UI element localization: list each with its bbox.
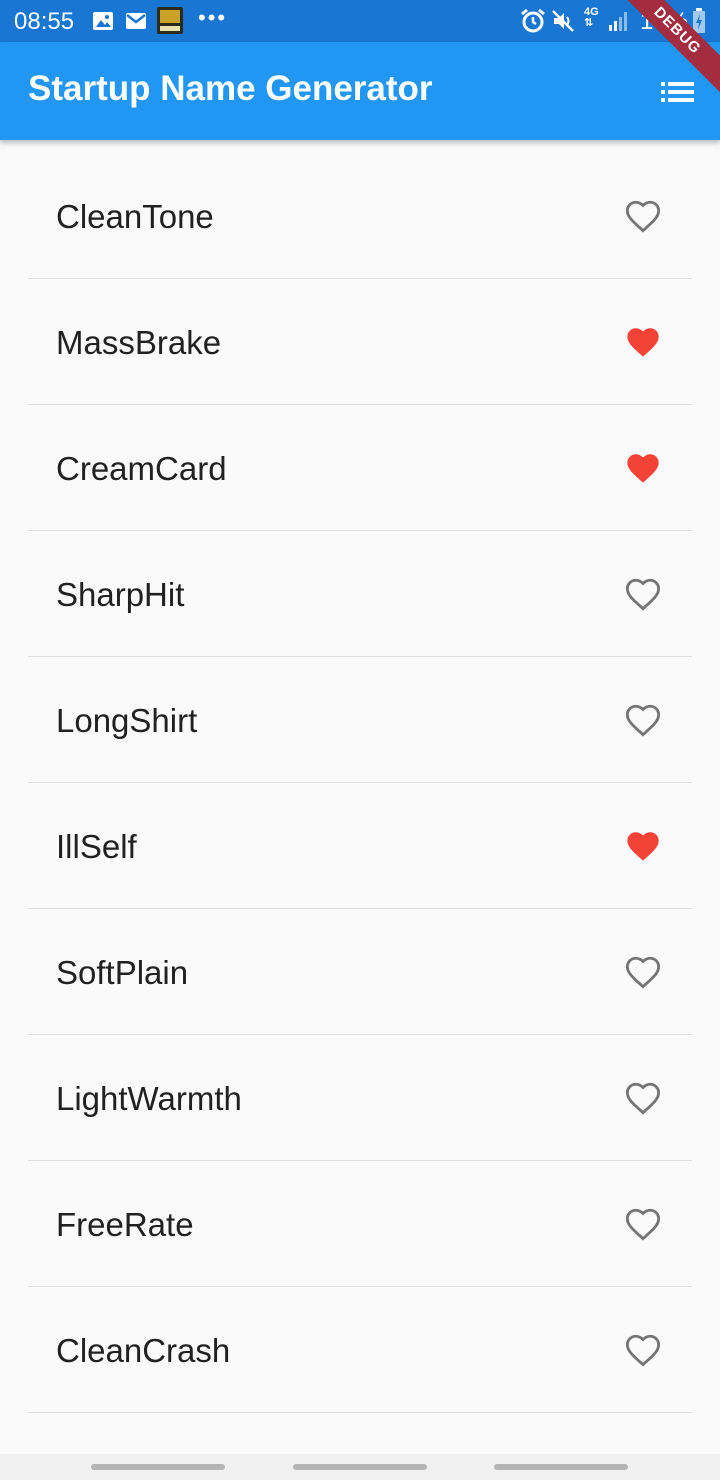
list-item[interactable]: LightWarmth bbox=[0, 1035, 720, 1161]
nav-home-button[interactable] bbox=[293, 1464, 427, 1470]
status-bar: 08:55 ••• 4G⇅ 14% bbox=[0, 0, 720, 42]
list-item[interactable]: LongShirt bbox=[0, 657, 720, 783]
list-item[interactable]: CreamCard bbox=[0, 405, 720, 531]
mail-icon bbox=[126, 13, 146, 29]
startup-name: SharpHit bbox=[56, 576, 185, 613]
startup-name: MassBrake bbox=[56, 324, 222, 361]
list-item[interactable]: MassBrake bbox=[0, 279, 720, 405]
favorite-border-icon[interactable] bbox=[624, 1206, 662, 1242]
list-item[interactable]: FreeRate bbox=[0, 1161, 720, 1287]
favorite-border-icon[interactable] bbox=[624, 702, 662, 738]
startup-name: IllSelf bbox=[56, 828, 137, 865]
startup-name: CreamCard bbox=[56, 450, 227, 487]
startup-name: CleanCrash bbox=[56, 1332, 231, 1369]
startup-name: LightWarmth bbox=[56, 1080, 242, 1117]
favorite-border-icon[interactable] bbox=[624, 954, 662, 990]
status-time: 08:55 bbox=[14, 8, 75, 35]
network-type: 4G bbox=[584, 6, 599, 18]
app-title: Startup Name Generator bbox=[28, 69, 433, 108]
favorite-border-icon[interactable] bbox=[624, 1332, 662, 1368]
favorite-icon[interactable] bbox=[624, 324, 662, 360]
list-item[interactable]: IllSelf bbox=[0, 783, 720, 909]
nav-back-button[interactable] bbox=[494, 1464, 628, 1470]
app-bar: Startup Name Generator bbox=[0, 42, 720, 140]
favorite-border-icon[interactable] bbox=[624, 576, 662, 612]
navigation-bar bbox=[0, 1454, 720, 1480]
nav-recents-button[interactable] bbox=[91, 1464, 225, 1470]
startup-name: CleanTone bbox=[56, 198, 214, 235]
startup-name: LongShirt bbox=[56, 702, 198, 739]
list-item[interactable]: CleanTone bbox=[0, 153, 720, 279]
saved-list-button[interactable] bbox=[652, 70, 700, 114]
gallery-icon bbox=[93, 12, 113, 30]
more-icon: ••• bbox=[198, 5, 228, 30]
favorite-icon[interactable] bbox=[624, 450, 662, 486]
game-app-icon bbox=[157, 7, 183, 34]
favorite-border-icon[interactable] bbox=[624, 198, 662, 234]
signal-icon bbox=[609, 12, 627, 31]
startup-name: SoftPlain bbox=[56, 954, 189, 991]
list-icon bbox=[661, 82, 694, 102]
name-list: CleanTone MassBrake CreamCard SharpHit LongS… bbox=[0, 153, 720, 1413]
alarm-icon bbox=[521, 8, 545, 33]
startup-name: FreeRate bbox=[56, 1206, 194, 1243]
list-item[interactable]: CleanCrash bbox=[0, 1287, 720, 1413]
favorite-icon[interactable] bbox=[624, 828, 662, 864]
network-4g-icon: 4G ⇅ bbox=[584, 6, 599, 29]
mute-icon bbox=[552, 10, 574, 32]
divider bbox=[28, 1412, 692, 1413]
list-item[interactable]: SoftPlain bbox=[0, 909, 720, 1035]
favorite-border-icon[interactable] bbox=[624, 1080, 662, 1116]
list-item[interactable]: SharpHit bbox=[0, 531, 720, 657]
